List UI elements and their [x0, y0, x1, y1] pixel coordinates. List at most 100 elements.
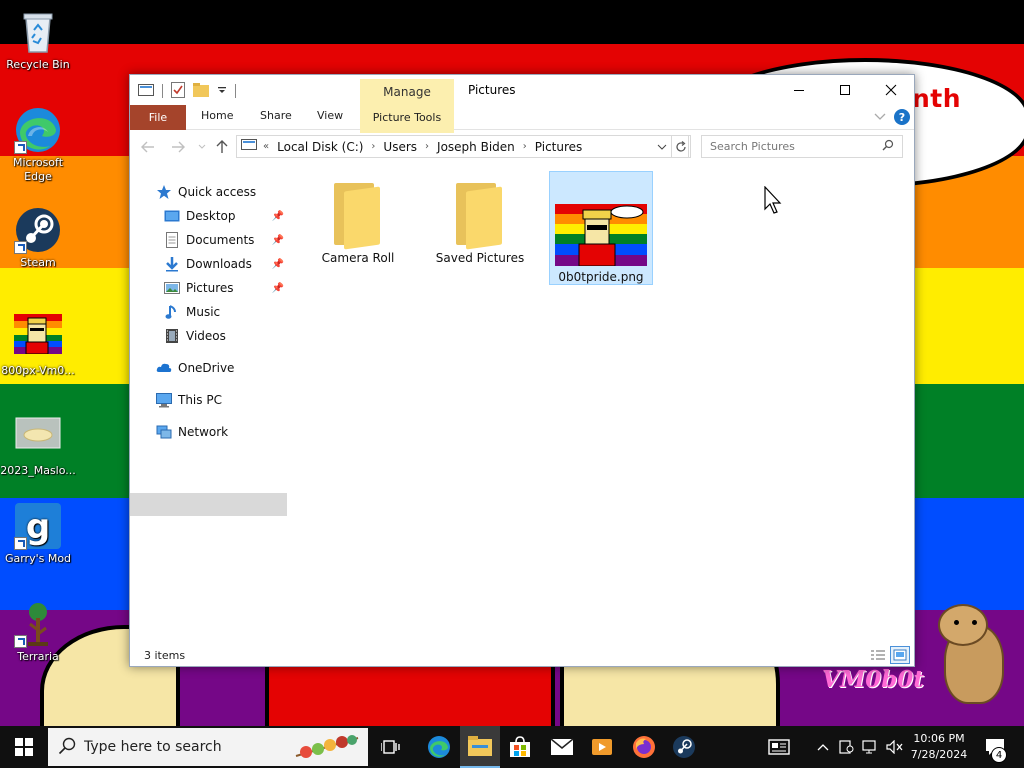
nav-item-videos[interactable]: Videos — [164, 325, 226, 347]
desktop-icon-label: Garry's Mod — [4, 552, 72, 565]
help-icon[interactable]: ? — [894, 109, 910, 125]
back-button[interactable] — [140, 139, 156, 155]
folder-icon — [326, 183, 390, 250]
taskbar-search-input[interactable] — [84, 739, 292, 755]
new-folder-icon[interactable] — [193, 82, 209, 100]
nav-item-music[interactable]: Music — [164, 301, 220, 323]
search-icon — [58, 737, 76, 758]
file-name: Saved Pictures — [435, 251, 525, 265]
address-dropdown-button[interactable] — [653, 135, 671, 158]
file-item-camera-roll[interactable]: Camera Roll — [306, 171, 410, 285]
nav-item-onedrive[interactable]: OneDrive — [156, 357, 234, 379]
file-item-saved-pictures[interactable]: Saved Pictures — [428, 171, 532, 285]
breadcrumb-users[interactable]: Users — [383, 140, 417, 154]
network-status-button[interactable] — [860, 726, 882, 768]
taskbar-edge[interactable] — [419, 726, 459, 768]
breadcrumb-separator-icon[interactable]: › — [425, 141, 429, 152]
close-button[interactable] — [868, 75, 914, 105]
taskbar-steam[interactable] — [664, 726, 704, 768]
image-thumbnail-icon — [555, 204, 647, 267]
file-item-0b0tpride[interactable]: 0b0tpride.png — [549, 171, 653, 285]
tray-device-button[interactable] — [836, 726, 856, 768]
desktop-icon-vm0-image[interactable]: 800px-Vm0... — [0, 314, 76, 378]
properties-icon[interactable] — [171, 81, 185, 101]
desktop-icon-terraria[interactable]: Terraria — [0, 600, 76, 664]
refresh-button[interactable] — [671, 135, 691, 158]
recent-locations-button[interactable] — [194, 139, 210, 155]
nav-label: Pictures — [186, 281, 234, 295]
start-button[interactable] — [0, 726, 48, 768]
desktop-icon-recycle-bin[interactable]: Recycle Bin — [0, 8, 76, 72]
desktop-icon-maslo-image[interactable]: 2023_Maslo... — [0, 414, 76, 478]
search-input[interactable] — [710, 140, 880, 153]
taskbar-store[interactable] — [500, 726, 540, 768]
desktop-icon-label: Terraria — [17, 650, 59, 663]
nav-item-this-pc[interactable]: This PC — [156, 389, 222, 411]
desktop-icon-steam[interactable]: Steam — [0, 206, 76, 270]
tab-share[interactable]: Share — [260, 109, 292, 122]
minimize-button[interactable] — [776, 75, 822, 105]
large-icons-view-button[interactable] — [890, 646, 910, 664]
nav-item-network[interactable]: Network — [156, 421, 228, 443]
mouse-cursor — [764, 185, 784, 219]
file-explorer-icon — [468, 736, 492, 756]
nav-selection-highlight — [130, 493, 287, 516]
notification-count-badge: 4 — [991, 747, 1007, 763]
breadcrumb-separator-icon[interactable]: › — [523, 141, 527, 152]
shortcut-arrow-icon — [14, 241, 27, 254]
news-widget-button[interactable] — [764, 726, 794, 768]
breadcrumb-local-disk[interactable]: Local Disk (C:) — [277, 140, 363, 154]
terraria-icon — [14, 600, 62, 648]
nav-item-documents[interactable]: Documents 📌 — [164, 229, 288, 251]
title-bar[interactable]: Manage Pictures — [130, 75, 914, 133]
taskbar-mail[interactable] — [542, 726, 582, 768]
nav-item-desktop[interactable]: Desktop 📌 — [164, 205, 288, 227]
tab-view[interactable]: View — [317, 109, 343, 122]
show-hidden-icons-button[interactable] — [814, 726, 832, 768]
steam-icon — [673, 736, 695, 758]
system-clock[interactable]: 10:06 PM 7/28/2024 — [908, 731, 970, 763]
breadcrumb-separator-icon[interactable]: › — [371, 141, 375, 152]
nav-item-quick-access[interactable]: Quick access — [156, 181, 256, 203]
cloud-icon — [156, 360, 172, 376]
volume-button[interactable] — [884, 726, 906, 768]
mail-icon — [550, 738, 574, 755]
details-view-button[interactable] — [868, 646, 888, 664]
breadcrumb-joseph-biden[interactable]: Joseph Biden — [437, 140, 515, 154]
desktop-icon-label: Microsoft Edge — [12, 156, 64, 183]
desktop-icon-edge[interactable]: Microsoft Edge — [0, 106, 76, 184]
tab-home[interactable]: Home — [201, 109, 233, 122]
overflow-chevron[interactable]: « — [263, 141, 269, 152]
nav-item-pictures[interactable]: Pictures 📌 — [164, 277, 288, 299]
maximize-button[interactable] — [822, 75, 868, 105]
desktop-icon-label: Steam — [20, 256, 56, 269]
customize-qat-icon[interactable] — [217, 84, 227, 98]
address-row: « Local Disk (C:) › Users › Joseph Biden… — [130, 133, 914, 161]
desktop-folder-icon — [164, 208, 180, 224]
tab-file[interactable]: File — [130, 105, 186, 130]
view-toggle — [868, 646, 910, 664]
search-icon — [882, 139, 894, 154]
pin-icon: 📌 — [271, 234, 284, 246]
expand-ribbon-button[interactable] — [874, 110, 886, 124]
taskbar-file-explorer[interactable] — [460, 726, 500, 768]
network-icon — [156, 424, 172, 440]
taskbar-search-box[interactable] — [48, 728, 368, 766]
task-view-button[interactable] — [371, 726, 411, 768]
download-arrow-icon — [164, 256, 180, 272]
device-icon — [839, 740, 854, 754]
breadcrumb-pictures[interactable]: Pictures — [535, 140, 583, 154]
desktop-icon-garrys-mod[interactable]: g Garry's Mod — [0, 502, 76, 566]
taskbar-firefox[interactable] — [624, 726, 664, 768]
search-box[interactable] — [701, 135, 903, 158]
minimize-icon — [794, 90, 804, 91]
refresh-icon — [676, 140, 686, 152]
chevron-down-icon — [874, 113, 886, 120]
address-bar[interactable]: « Local Disk (C:) › Users › Joseph Biden… — [236, 135, 689, 158]
tab-picture-tools[interactable]: Picture Tools — [360, 105, 454, 130]
file-explorer-window[interactable]: Manage Pictures File Home Share View Pic… — [129, 74, 915, 667]
up-button[interactable] — [214, 139, 230, 155]
nav-item-downloads[interactable]: Downloads 📌 — [164, 253, 288, 275]
taskbar-media-player[interactable] — [582, 726, 622, 768]
forward-button[interactable] — [170, 139, 186, 155]
